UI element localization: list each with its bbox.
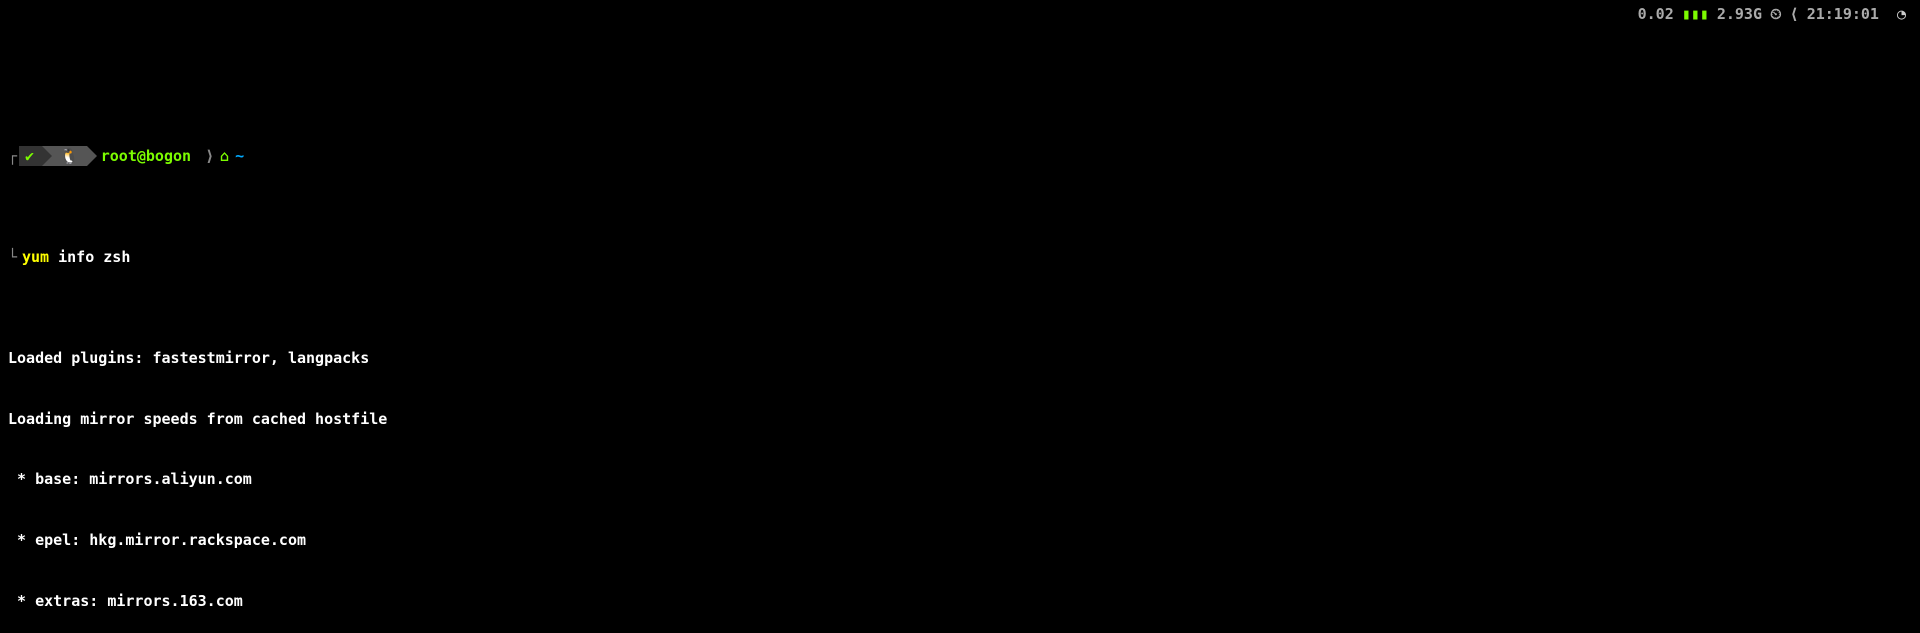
status-bar: 0.02 ▮▮▮ 2.93G ⏲ ⟨ 21:19:01 ◔ [1638,4,1906,24]
command-line[interactable]: └ yum info zsh [8,247,1912,267]
cwd: ~ [235,146,244,166]
load-avg: 0.02 [1638,4,1674,24]
gauge-icon: ⏲ [1770,4,1782,24]
prompt-line: ┌ ✔ 🐧 root@bogon ⟩ ⌂ ~ [8,146,1912,166]
memory-usage: 2.93G [1717,4,1762,24]
user-host: root@bogon [97,146,199,166]
powerline-arrow-icon [42,146,52,166]
terminal[interactable]: 0.02 ▮▮▮ 2.93G ⏲ ⟨ 21:19:01 ◔ ┌ ✔ 🐧 root… [0,0,1920,633]
output-line: * extras: mirrors.163.com [8,591,1912,611]
command-args: info zsh [49,247,130,267]
command-name: yum [22,247,49,267]
clock-icon: ◔ [1897,4,1906,24]
powerline-arrow-icon [87,146,97,166]
output-line: * epel: hkg.mirror.rackspace.com [8,530,1912,550]
status-ok-icon: ✔ [19,146,42,166]
home-icon: ⌂ [220,146,235,166]
output-line: Loading mirror speeds from cached hostfi… [8,409,1912,429]
box-corner-bottom-icon: └ [8,247,22,267]
box-corner-top-icon: ┌ [8,146,19,166]
clock-time: 21:19:01 [1807,4,1879,24]
angle-left-icon: ⟨ [1790,4,1799,24]
output-line: * base: mirrors.aliyun.com [8,469,1912,489]
bars-icon: ▮▮▮ [1682,4,1709,24]
output-line: Loaded plugins: fastestmirror, langpacks [8,348,1912,368]
tux-icon: 🐧 [52,146,87,166]
separator-icon: ⟩ [199,146,220,166]
